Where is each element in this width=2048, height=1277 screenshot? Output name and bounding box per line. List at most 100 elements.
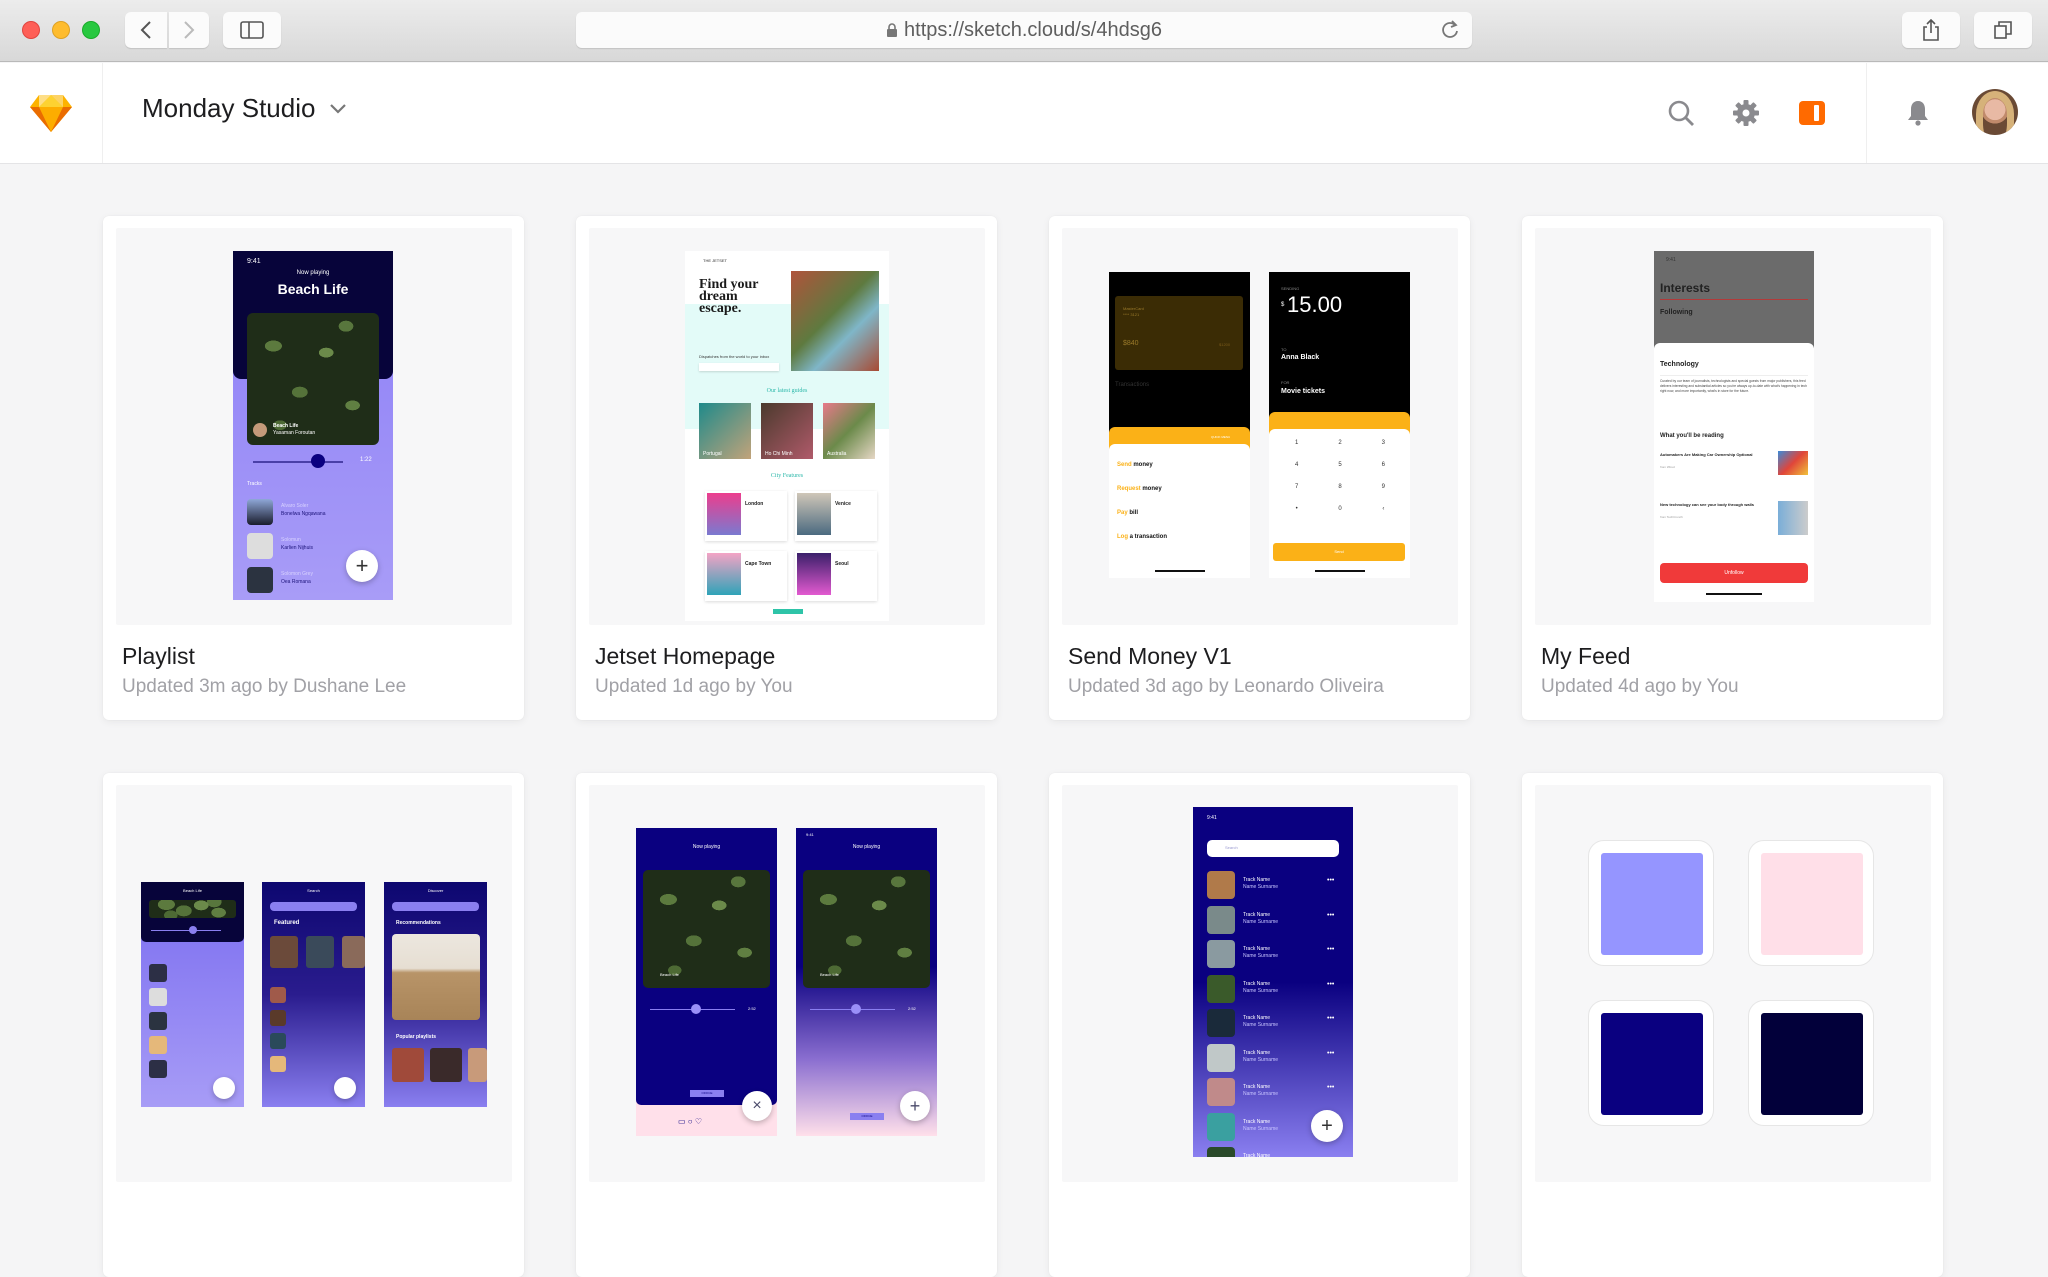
topic-title: Technology xyxy=(1660,361,1699,368)
share-button[interactable] xyxy=(1902,12,1960,48)
document-title: Playlist xyxy=(122,643,195,669)
notifications-button[interactable] xyxy=(1901,96,1935,130)
more-icon: ••• xyxy=(1327,1084,1335,1091)
color-swatch xyxy=(1761,1013,1863,1115)
jetset-brand: THE JETSET xyxy=(703,258,728,263)
close-window-button[interactable] xyxy=(22,21,40,39)
header-divider xyxy=(1866,63,1867,163)
sidebar-toggle-button[interactable] xyxy=(223,12,281,48)
sidebar-icon xyxy=(240,21,264,39)
avatar[interactable] xyxy=(1972,89,2018,135)
sketch-mirror-button[interactable] xyxy=(1795,96,1829,130)
card-balance: $840 xyxy=(1123,340,1139,347)
preview-phone-now-playing: Now playing Beach Life 2:52 OFFICE × ▭ ○… xyxy=(636,828,777,1136)
document-card[interactable] xyxy=(1522,773,1943,1277)
track-name: Track Name xyxy=(1243,1084,1271,1090)
screen-title: Discover xyxy=(427,888,444,893)
track-name: Solomon Grey xyxy=(281,571,313,577)
color-swatch-frame xyxy=(1588,1000,1714,1126)
album-artist: Yasaman Foroutan xyxy=(273,430,316,436)
status-time: 9:41 xyxy=(1207,815,1217,821)
track-name: Track Name xyxy=(1243,946,1271,952)
document-title: Send Money V1 xyxy=(1068,643,1232,669)
back-button[interactable] xyxy=(125,12,167,48)
reload-icon[interactable] xyxy=(1440,19,1460,41)
preview-phone-search: Search Featured xyxy=(262,882,365,1107)
keypad-key: 4 xyxy=(1294,462,1299,468)
document-thumbnail: 9:41 Now playing Beach Life Beach Life Y… xyxy=(116,228,512,625)
bell-icon xyxy=(1908,101,1928,126)
color-swatch-frame xyxy=(1588,840,1714,966)
track-row: Track Name Name Surname ••• xyxy=(1207,1043,1339,1072)
album-track-title: Beach Life xyxy=(273,423,299,429)
document-thumbnail: Beach Life Search Featured Discover Reco… xyxy=(116,785,512,1182)
track-name: Track Name xyxy=(1243,980,1271,987)
workspace-name: Monday Studio xyxy=(142,93,316,123)
popular-playlists-label: Popular playlists xyxy=(396,1034,437,1040)
browser-toolbar: https://sketch.cloud/s/4hdsg6 xyxy=(0,0,2048,62)
minimize-window-button[interactable] xyxy=(52,21,70,39)
track-thumbnail xyxy=(1207,974,1235,1003)
tabs-overview-button[interactable] xyxy=(1974,12,2032,48)
back-icon xyxy=(140,21,151,39)
sketch-logo-icon xyxy=(30,95,72,132)
keypad: 1 2 3 4 5 6 7 8 9 • 0 ‹ xyxy=(1275,440,1405,512)
more-icon: ••• xyxy=(1327,911,1335,919)
track-row: Track Name Name Surname ••• xyxy=(1207,905,1339,934)
track-artist: Oea Romana xyxy=(281,579,311,585)
preview-phone-discover: Discover Recommendations Popular playlis… xyxy=(384,882,487,1107)
track-artist: Karlien Nijhuis xyxy=(281,545,313,551)
track-artist: Name Surname xyxy=(1243,918,1279,925)
card-limit: $1200 xyxy=(1219,342,1231,347)
keypad-key: 5 xyxy=(1338,462,1342,468)
more-icon: ••• xyxy=(1327,1015,1335,1022)
keypad-key: 6 xyxy=(1381,462,1385,468)
sketch-mirror-icon xyxy=(1799,101,1825,125)
zoom-window-button[interactable] xyxy=(82,21,100,39)
keypad-key: 0 xyxy=(1338,506,1342,512)
preview-send-button: Send xyxy=(1273,543,1405,561)
track-thumbnail xyxy=(1207,871,1235,899)
menu-item-log: Log a transaction xyxy=(1117,534,1168,540)
reading-heading: What you'll be reading xyxy=(1660,433,1724,439)
track-artist: Name Surname xyxy=(1243,1056,1279,1063)
document-thumbnail: 9:41 Interests Following Technology Cura… xyxy=(1535,228,1931,625)
city-name: Venice xyxy=(835,501,851,507)
preview-webpage: THE JETSET Find your dream escape. Dispa… xyxy=(685,251,889,621)
document-card[interactable]: Beach Life Search Featured Discover Reco… xyxy=(103,773,524,1277)
document-card-send-money[interactable]: MasterCard **** 3121 $840 $1200 Transact… xyxy=(1049,216,1470,720)
tabs-icon xyxy=(1994,21,2012,39)
search-button[interactable] xyxy=(1664,96,1698,130)
guide-name: Ho Chi Minh xyxy=(765,451,793,457)
document-card-jetset-homepage[interactable]: THE JETSET Find your dream escape. Dispa… xyxy=(576,216,997,720)
address-bar[interactable]: https://sketch.cloud/s/4hdsg6 xyxy=(576,12,1472,48)
sketch-logo[interactable] xyxy=(0,63,103,163)
currency-symbol: $ xyxy=(1281,302,1285,308)
document-meta: Updated 1d ago by You xyxy=(595,676,793,697)
document-card-playlist[interactable]: 9:41 Now playing Beach Life Beach Life Y… xyxy=(103,216,524,720)
preview-phone: 9:41 Interests Following Technology Cura… xyxy=(1654,251,1814,602)
article-source: from Wired xyxy=(1660,465,1675,469)
forward-button[interactable] xyxy=(169,12,209,48)
workspace-switcher[interactable]: Monday Studio xyxy=(142,93,347,124)
more-icon: ••• xyxy=(1327,980,1335,988)
track-row: Track NameName Surname xyxy=(1207,1147,1339,1157)
jetset-subheading: Dispatches from the world to your inbox xyxy=(699,354,770,359)
status-time: 9:41 xyxy=(806,832,814,837)
settings-button[interactable] xyxy=(1729,96,1763,130)
track-name: Track Name xyxy=(1243,1015,1271,1021)
document-card[interactable]: Now playing Beach Life 2:52 OFFICE × ▭ ○… xyxy=(576,773,997,1277)
guides-heading: Our latest guides xyxy=(766,388,808,394)
track-name: Track Name xyxy=(1243,911,1271,918)
keypad-key: 1 xyxy=(1294,440,1299,446)
track-name: Track Name xyxy=(1243,1049,1271,1056)
track-thumbnail xyxy=(1207,1112,1235,1141)
purpose-text: Movie tickets xyxy=(1281,388,1325,395)
gear-icon xyxy=(1733,100,1759,126)
document-thumbnail: Now playing Beach Life 2:52 OFFICE × ▭ ○… xyxy=(589,785,985,1182)
document-card[interactable]: 9:41 Search Track Name Name Surname ••• Tra… xyxy=(1049,773,1470,1277)
amount-value: 15.00 xyxy=(1287,292,1343,317)
document-card-my-feed[interactable]: 9:41 Interests Following Technology Cura… xyxy=(1522,216,1943,720)
track-title: Beach Life xyxy=(660,972,679,977)
track-thumbnail xyxy=(1207,1147,1235,1157)
